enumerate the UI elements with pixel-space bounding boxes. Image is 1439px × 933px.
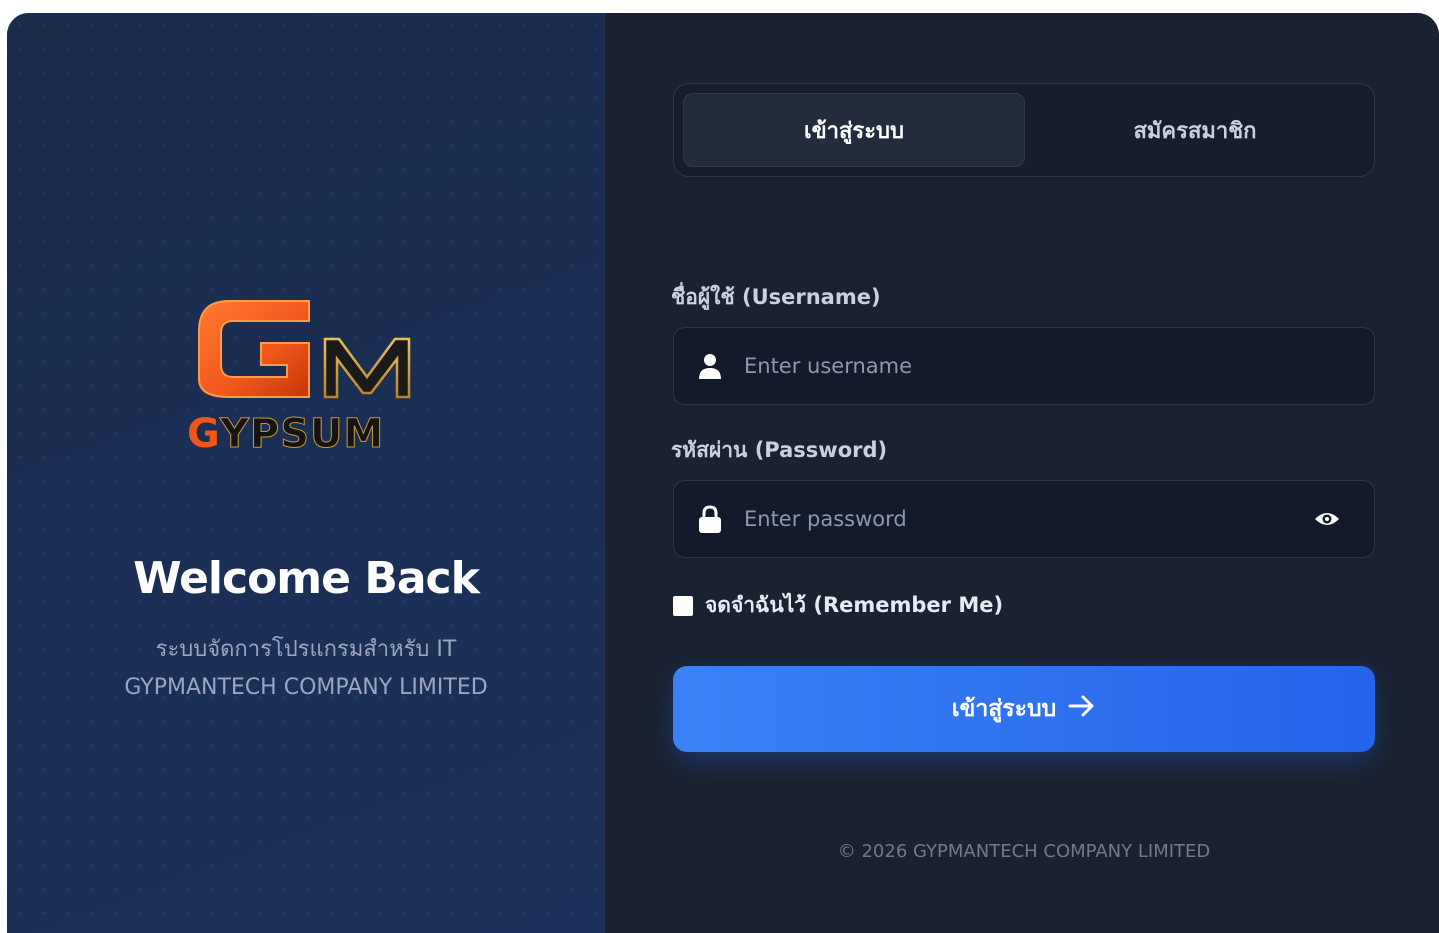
subtitle-line-1: ระบบจัดการโปรแกรมสำหรับ IT <box>155 637 457 662</box>
lock-icon <box>696 505 724 533</box>
show-password-eye-icon[interactable] <box>1312 504 1342 534</box>
copyright-footer: © 2026 GYPMANTECH COMPANY LIMITED <box>837 841 1211 862</box>
username-input[interactable] <box>744 354 1374 378</box>
password-label: รหัสผ่าน (Password) <box>671 438 888 462</box>
tab-register[interactable]: สมัครสมาชิก <box>1025 93 1365 167</box>
password-field[interactable] <box>673 480 1375 558</box>
user-icon <box>696 352 724 380</box>
subtitle-line-2: GYPMANTECH COMPANY LIMITED <box>124 675 488 700</box>
auth-tabs: เข้าสู่ระบบ สมัครสมาชิก <box>673 83 1375 177</box>
system-subtitle: ระบบจัดการโปรแกรมสำหรับ IT GYPMANTECH CO… <box>7 631 605 707</box>
username-field[interactable] <box>673 327 1375 405</box>
branding-panel: GYPSUM Welcome Back ระบบจัดการโปรแกรมสำห… <box>7 13 605 933</box>
remember-me-label[interactable]: จดจำฉันไว้ (Remember Me) <box>705 589 1003 622</box>
remember-me: จดจำฉันไว้ (Remember Me) <box>673 589 1003 622</box>
login-form-panel: เข้าสู่ระบบ สมัครสมาชิก ชื่อผู้ใช้ (User… <box>605 13 1439 933</box>
password-input[interactable] <box>744 507 1312 531</box>
login-submit-button[interactable]: เข้าสู่ระบบ <box>673 666 1375 752</box>
remember-me-checkbox[interactable] <box>673 595 693 616</box>
tab-login[interactable]: เข้าสู่ระบบ <box>683 93 1025 167</box>
svg-text:GYPSUM: GYPSUM <box>187 411 384 457</box>
logo-g-letter: G <box>187 411 220 457</box>
welcome-title: Welcome Back <box>133 553 480 604</box>
submit-label: เข้าสู่ระบบ <box>951 696 1057 722</box>
username-label: ชื่อผู้ใช้ (Username) <box>671 285 881 309</box>
login-window: GYPSUM Welcome Back ระบบจัดการโปรแกรมสำห… <box>7 13 1439 933</box>
arrow-right-icon <box>1068 695 1096 723</box>
gm-gypsum-logo: GYPSUM <box>177 279 437 464</box>
